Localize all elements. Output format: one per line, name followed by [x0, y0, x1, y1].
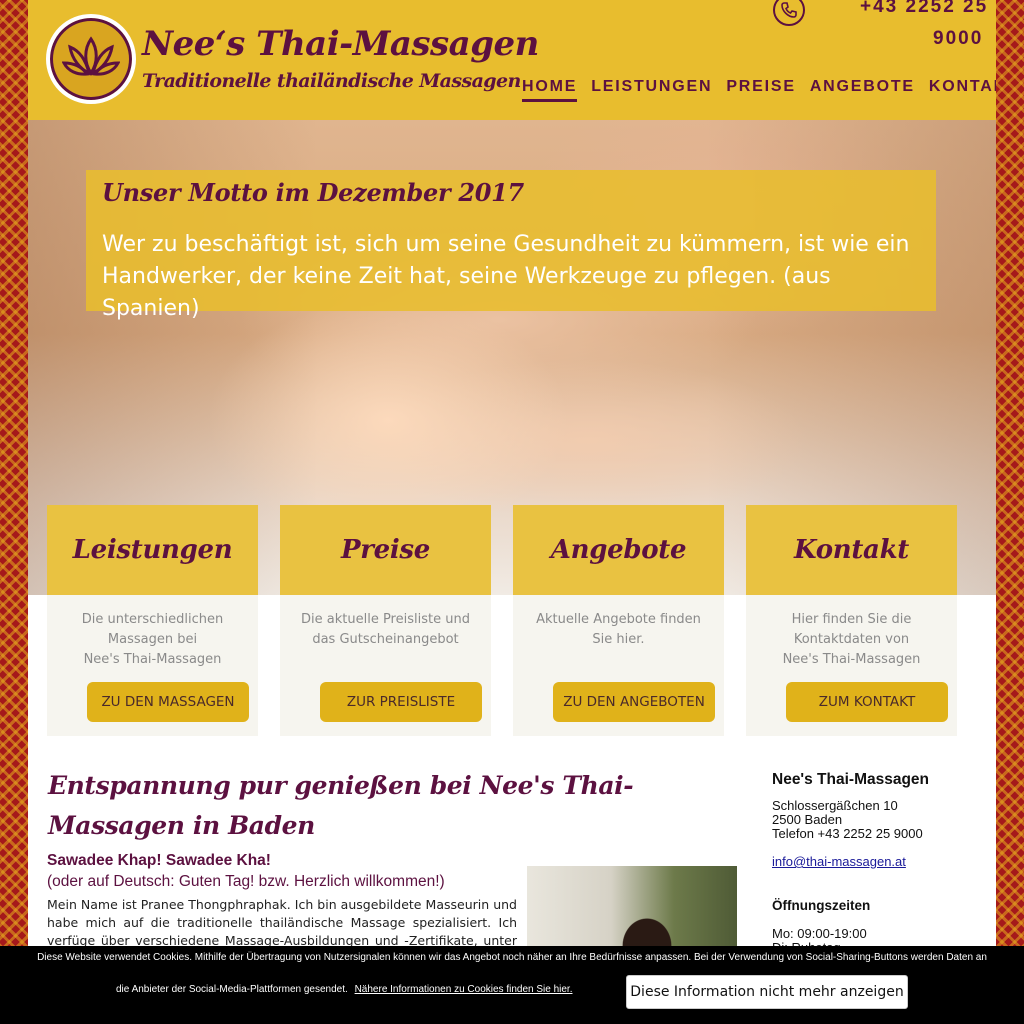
main-nav: HOME LEISTUNGEN PREISE ANGEBOTE KONTAKT: [522, 78, 996, 102]
nav-angebote[interactable]: ANGEBOTE: [810, 78, 915, 102]
card-title: Leistungen: [72, 535, 233, 565]
card-text: Die aktuelle Preisliste und das Gutschei…: [280, 610, 491, 672]
card-text-line: Aktuelle Angebote finden: [536, 612, 701, 627]
hours-monday: Mo: 09:00-19:00: [772, 926, 867, 941]
cookie-text-part: die Anbieter der Social-Media-Plattforme…: [116, 984, 348, 995]
address-city: 2500 Baden: [772, 812, 843, 827]
card-text-line: Nee's Thai-Massagen: [782, 652, 921, 667]
kontakt-button[interactable]: ZUM KONTAKT: [786, 682, 948, 722]
page-title: Entspannung pur genießen bei Nee's Thai-…: [48, 771, 634, 840]
card-header: Kontakt: [746, 505, 957, 595]
cookie-banner: Diese Website verwendet Cookies. Mithilf…: [0, 946, 1024, 1024]
site-subtitle: Traditionelle thailändische Massagen: [142, 70, 521, 92]
cookie-info-link[interactable]: Nähere Informationen zu Cookies finden S…: [355, 984, 573, 995]
card-title: Angebote: [550, 535, 687, 565]
card-title: Preise: [340, 535, 431, 565]
motto-box: Unser Motto im Dezember 2017 Wer zu besc…: [86, 170, 936, 321]
opening-hours-title: Öffnungszeiten: [772, 898, 871, 913]
card-text-line: Kontaktdaten von: [793, 632, 910, 647]
nav-home[interactable]: HOME: [522, 78, 578, 102]
card-leistungen: Leistungen Die unterschiedlichen Massage…: [47, 505, 258, 736]
card-text: Aktuelle Angebote finden Sie hier.: [513, 610, 724, 672]
card-text-line: das Gutscheinangebot: [312, 632, 459, 647]
card-title: Kontakt: [793, 535, 910, 565]
page: Nee‘s Thai-Massagen Traditionelle thailä…: [28, 0, 996, 1024]
cookie-text: Diese Website verwendet Cookies. Mithilf…: [37, 952, 987, 963]
sidebar-address: Schlossergäßchen 10 2500 Baden Telefon +…: [772, 799, 923, 841]
header: Nee‘s Thai-Massagen Traditionelle thailä…: [28, 0, 996, 120]
card-text-line: Die aktuelle Preisliste und: [301, 612, 470, 627]
nav-preise[interactable]: PREISE: [726, 78, 796, 102]
card-text-line: Nee's Thai-Massagen: [83, 652, 222, 667]
sidebar-business-name: Nee's Thai-Massagen: [772, 771, 930, 788]
lotus-icon: [61, 35, 121, 83]
card-text-line: Massagen bei: [107, 632, 198, 647]
nav-kontakt[interactable]: KONTAKT: [929, 78, 996, 102]
address-phone[interactable]: Telefon +43 2252 25 9000: [772, 827, 923, 841]
cookie-dismiss-button[interactable]: Diese Information nicht mehr anzeigen: [626, 975, 908, 1009]
motto-text: Wer zu beschäftigt ist, sich um seine Ge…: [102, 232, 910, 321]
nav-leistungen[interactable]: LEISTUNGEN: [591, 78, 712, 102]
card-text: Hier finden Sie die Kontaktdaten von Nee…: [746, 610, 957, 672]
phone-number[interactable]: +43 2252 25: [860, 0, 988, 18]
address-street: Schlossergäßchen 10: [772, 798, 898, 813]
logo[interactable]: [46, 14, 136, 104]
card-text: Die unterschiedlichen Massagen bei Nee's…: [47, 610, 258, 672]
phone-number-continued[interactable]: 9000: [933, 28, 983, 50]
card-text-line: Sie hier.: [592, 632, 645, 647]
card-text-line: Hier finden Sie die: [791, 612, 912, 627]
card-kontakt: Kontakt Hier finden Sie die Kontaktdaten…: [746, 505, 957, 736]
email-link[interactable]: info@thai-massagen.at: [772, 854, 906, 869]
phone-icon[interactable]: [773, 0, 805, 26]
angebote-button[interactable]: ZU DEN ANGEBOTEN: [553, 682, 715, 722]
massagen-button[interactable]: ZU DEN MASSAGEN: [87, 682, 249, 722]
card-angebote: Angebote Aktuelle Angebote finden Sie hi…: [513, 505, 724, 736]
preisliste-button[interactable]: ZUR PREISLISTE: [320, 682, 482, 722]
card-header: Angebote: [513, 505, 724, 595]
card-preise: Preise Die aktuelle Preisliste und das G…: [280, 505, 491, 736]
card-text-line: Die unterschiedlichen: [81, 612, 224, 627]
portrait-photo: [527, 866, 737, 956]
greeting: Sawadee Khap! Sawadee Kha!: [47, 852, 271, 869]
card-header: Preise: [280, 505, 491, 595]
site-title[interactable]: Nee‘s Thai-Massagen: [142, 24, 539, 64]
cookie-text-continued: die Anbieter der Social-Media-Plattforme…: [116, 984, 572, 995]
card-header: Leistungen: [47, 505, 258, 595]
greeting-translation: (oder auf Deutsch: Guten Tag! bzw. Herzl…: [47, 873, 445, 890]
motto-title: Unser Motto im Dezember 2017: [102, 178, 524, 207]
